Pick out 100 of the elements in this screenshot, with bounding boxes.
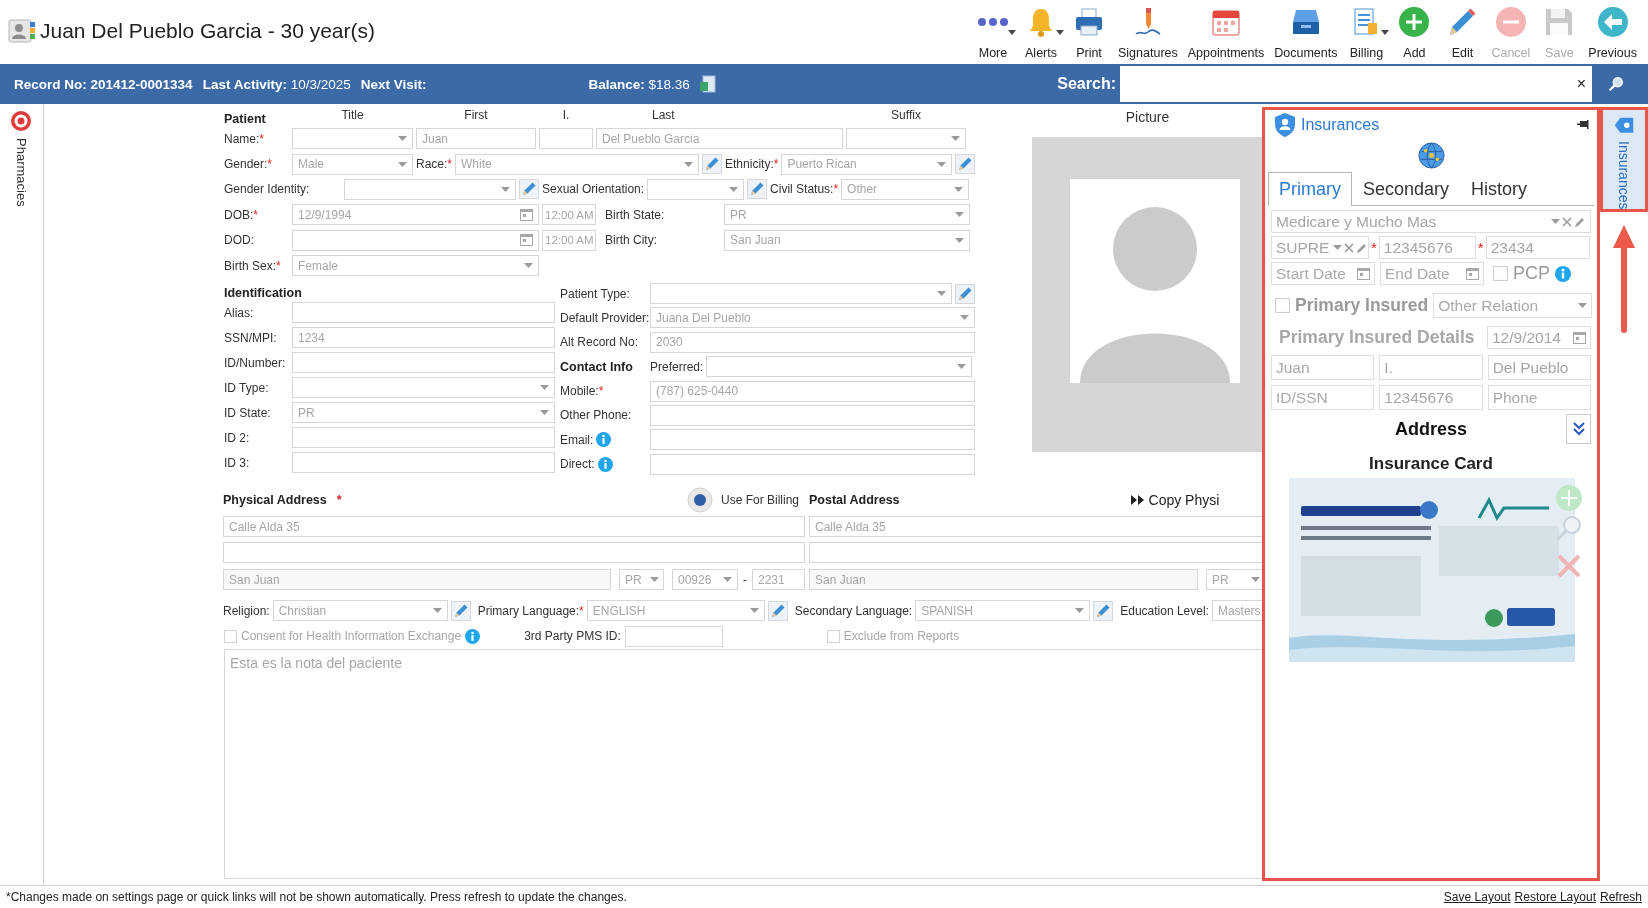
dropdown-field[interactable]: PR bbox=[724, 204, 970, 226]
toolbar-button[interactable]: Billing bbox=[1342, 0, 1391, 62]
date-field[interactable]: Start Date bbox=[1271, 262, 1375, 285]
toolbar-button[interactable]: Documents bbox=[1269, 0, 1343, 62]
date-field[interactable]: 12/9/1994 bbox=[292, 204, 539, 226]
input-field[interactable] bbox=[650, 429, 975, 451]
edit-button[interactable] bbox=[955, 283, 975, 304]
toolbar-button[interactable]: Signatures bbox=[1113, 0, 1183, 62]
dropdown-field[interactable]: Christian bbox=[272, 600, 448, 622]
toolbar-button[interactable]: Edit bbox=[1438, 0, 1487, 62]
date-field[interactable]: End Date bbox=[1380, 262, 1484, 285]
zoom-button[interactable] bbox=[1555, 514, 1583, 542]
expand-button[interactable] bbox=[1566, 414, 1591, 444]
dropdown-field[interactable]: PR bbox=[619, 569, 664, 591]
dropdown-field[interactable]: ENGLISH bbox=[586, 600, 765, 622]
footer-link[interactable]: Restore Layout bbox=[1514, 890, 1596, 904]
tab[interactable]: Secondary bbox=[1352, 172, 1461, 206]
dropdown-field[interactable] bbox=[647, 178, 745, 200]
input-field[interactable]: (787) 625-0440 bbox=[650, 380, 975, 402]
input-field[interactable]: San Juan bbox=[223, 569, 611, 591]
pin-icon[interactable] bbox=[1577, 120, 1589, 130]
dropdown-field[interactable] bbox=[846, 128, 966, 150]
toolbar-button[interactable]: Print bbox=[1065, 0, 1113, 62]
notes-field[interactable]: Esta es la nota del paciente bbox=[224, 649, 1262, 879]
dropdown-field[interactable]: White bbox=[455, 153, 700, 175]
input-field[interactable] bbox=[650, 453, 975, 475]
delete-button[interactable] bbox=[1555, 552, 1583, 580]
dropdown-field[interactable]: Masters bbox=[1211, 600, 1262, 622]
input-field[interactable]: Juan bbox=[1271, 355, 1375, 380]
dropdown-field[interactable] bbox=[706, 356, 973, 378]
time-field[interactable]: 12:00 AM bbox=[542, 229, 596, 251]
dropdown-field[interactable]: Other bbox=[841, 178, 970, 200]
dropdown-field[interactable]: SPANISH bbox=[915, 600, 1091, 622]
info-icon[interactable] bbox=[596, 432, 612, 448]
input-field[interactable]: 12345676 bbox=[1378, 236, 1476, 259]
checkbox[interactable] bbox=[224, 629, 237, 643]
clear-icon[interactable] bbox=[1562, 216, 1572, 227]
dropdown-field[interactable]: SUPRE bbox=[1271, 236, 1369, 259]
time-field[interactable]: 12:00 AM bbox=[542, 204, 596, 226]
input-field[interactable]: Calle Alda 35 bbox=[809, 516, 1262, 538]
side-tab[interactable]: Insurances bbox=[1600, 107, 1648, 212]
edit-icon[interactable] bbox=[1356, 241, 1368, 254]
dropdown-field[interactable]: Puerto Rican bbox=[781, 153, 953, 175]
toolbar-button[interactable]: Appointments bbox=[1182, 0, 1270, 62]
edit-button[interactable] bbox=[747, 179, 768, 200]
dropdown-field[interactable] bbox=[292, 128, 413, 150]
dropdown-field[interactable]: 00926 bbox=[672, 569, 738, 591]
edit-button[interactable] bbox=[955, 154, 976, 175]
checkbox[interactable] bbox=[1493, 266, 1508, 281]
input-field[interactable] bbox=[292, 352, 555, 374]
info-icon[interactable] bbox=[465, 628, 481, 644]
input-field[interactable]: Del Pueblo bbox=[1487, 355, 1591, 380]
input-field[interactable]: 1234 bbox=[292, 327, 555, 349]
input-field[interactable]: San Juan bbox=[809, 569, 1198, 591]
globe-icon[interactable] bbox=[1417, 141, 1445, 169]
dropdown-field[interactable]: PR bbox=[1206, 569, 1262, 591]
input-field[interactable] bbox=[809, 542, 1262, 564]
input-field[interactable]: 12345676 bbox=[1379, 385, 1483, 410]
dropdown-field[interactable]: Other Relation bbox=[1433, 293, 1593, 318]
dropdown-field[interactable] bbox=[344, 178, 516, 200]
input-field[interactable]: 2231 bbox=[752, 569, 805, 591]
input-field[interactable] bbox=[292, 452, 555, 474]
add-button[interactable] bbox=[1555, 484, 1583, 512]
input-field[interactable]: 23434 bbox=[1485, 236, 1590, 259]
clear-button[interactable]: × bbox=[1576, 75, 1586, 93]
edit-button[interactable] bbox=[519, 179, 539, 200]
dropdown-field[interactable] bbox=[292, 377, 555, 399]
input-field[interactable]: 2030 bbox=[650, 331, 975, 353]
toolbar-button[interactable]: Previous bbox=[1583, 0, 1642, 62]
footer-link[interactable]: Save Layout bbox=[1443, 890, 1511, 904]
input-field[interactable] bbox=[539, 128, 593, 150]
receipt-icon[interactable] bbox=[699, 75, 716, 93]
info-icon[interactable] bbox=[597, 456, 613, 472]
edit-button[interactable] bbox=[702, 154, 723, 175]
input-field[interactable] bbox=[292, 427, 555, 449]
checkbox[interactable] bbox=[1275, 298, 1290, 313]
input-field[interactable]: I. bbox=[1379, 355, 1483, 380]
dropdown-field[interactable]: Male bbox=[292, 153, 413, 175]
dropdown-field[interactable]: Medicare y Mucho Mas bbox=[1271, 210, 1591, 233]
edit-button[interactable] bbox=[450, 600, 471, 621]
tab[interactable]: History bbox=[1460, 172, 1539, 206]
radio-button[interactable]: Use For Billing bbox=[686, 487, 805, 514]
toolbar-button[interactable]: Alerts bbox=[1017, 0, 1065, 62]
avatar-placeholder-drawing[interactable] bbox=[1032, 137, 1262, 452]
input-field[interactable]: Del Pueblo Garcia bbox=[596, 128, 843, 150]
dropdown-field[interactable]: Juana Del Pueblo bbox=[650, 307, 975, 329]
copy-button[interactable]: Copy Physi bbox=[1130, 492, 1220, 509]
clear-icon[interactable] bbox=[1344, 242, 1355, 253]
date-field[interactable] bbox=[292, 229, 539, 251]
input-field[interactable] bbox=[624, 625, 723, 647]
edit-icon[interactable] bbox=[1574, 215, 1586, 228]
info-icon[interactable] bbox=[1555, 265, 1571, 282]
input-field[interactable] bbox=[223, 542, 805, 564]
input-field[interactable]: Phone bbox=[1487, 385, 1591, 410]
input-field[interactable]: Juan bbox=[416, 128, 536, 150]
side-tab[interactable]: Pharmacies bbox=[0, 104, 32, 207]
tab[interactable]: Primary bbox=[1268, 172, 1352, 206]
input-field[interactable] bbox=[292, 302, 555, 324]
dropdown-field[interactable]: Female bbox=[292, 255, 539, 277]
toolbar-button[interactable]: Add bbox=[1390, 0, 1439, 62]
